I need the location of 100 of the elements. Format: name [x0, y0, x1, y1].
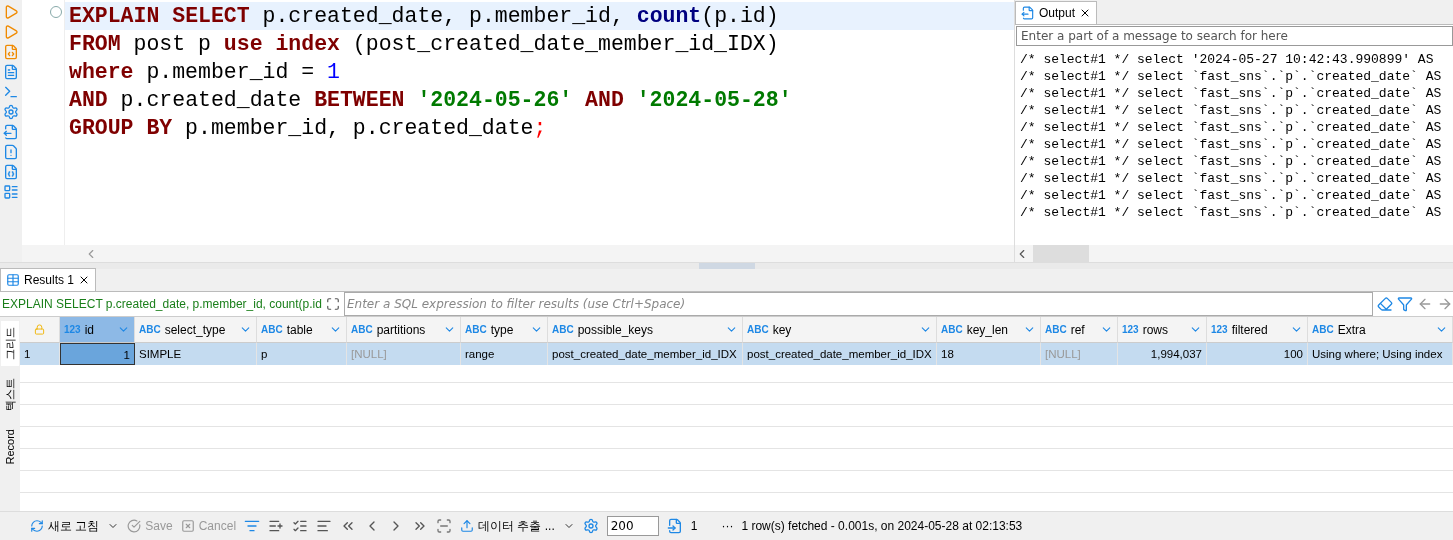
eraser-icon[interactable]: [1377, 296, 1393, 312]
view-tab[interactable]: 텍스트: [1, 372, 19, 417]
column-label: Extra: [1337, 322, 1367, 337]
column-header[interactable]: ABC key: [743, 317, 937, 343]
run-new-icon[interactable]: [3, 24, 19, 40]
type-tag: ABC: [1312, 324, 1334, 335]
log-line: /* select#1 */ select `fast_sns`.`p`.`created_date` AS: [1020, 120, 1443, 137]
type-tag: ABC: [139, 324, 161, 335]
table-cell: [NULL]: [1041, 343, 1118, 365]
type-tag: ABC: [465, 324, 487, 335]
query-text: EXPLAIN SELECT p.created_date, p.member_id, count(p.id: [2, 297, 322, 311]
settings-icon[interactable]: [582, 518, 599, 534]
outline-icon[interactable]: [3, 184, 19, 200]
code-line: GROUP BY p.member_id, p.created_date;: [68, 115, 548, 142]
table-cell: 1: [60, 343, 135, 365]
log-line: /* select#1 */ select `fast_sns`.`p`.`created_date` AS: [1020, 205, 1443, 222]
log-line: /* select#1 */ select `fast_sns`.`p`.`created_date` AS: [1020, 103, 1443, 120]
type-tag: 123: [64, 324, 81, 335]
output-icon[interactable]: [3, 124, 19, 140]
column-header[interactable]: 123 id: [60, 317, 135, 343]
output-tab[interactable]: Output: [1015, 1, 1098, 24]
column-label: table: [286, 322, 314, 337]
table-cell: Using where; Using index: [1308, 343, 1453, 365]
results-tab[interactable]: Results 1: [0, 268, 97, 291]
view-tab[interactable]: Record: [1, 423, 19, 471]
fetch-icon[interactable]: [666, 518, 683, 534]
variables-icon[interactable]: [3, 164, 19, 180]
export-button[interactable]: 데이터 추출 ...: [460, 517, 555, 535]
type-tag: ABC: [351, 324, 373, 335]
column-header[interactable]: ABC table: [257, 317, 347, 343]
table-cell: p: [257, 343, 347, 365]
check-circle-icon: [127, 519, 142, 533]
log-line: /* select#1 */ select `fast_sns`.`p`.`created_date` AS: [1020, 188, 1443, 205]
lock-icon: [34, 324, 45, 335]
status-text: 1 row(s) fetched - 0.001s, on 2024-05-28 at 02:13:53: [741, 519, 1023, 533]
type-tag: ABC: [552, 324, 574, 335]
table-cell: [NULL]: [347, 343, 461, 365]
forward-icon[interactable]: [1437, 296, 1453, 312]
type-tag: ABC: [747, 324, 769, 335]
terminal-icon[interactable]: [3, 84, 19, 100]
refresh-icon: [30, 519, 44, 533]
table-cell: range: [461, 343, 548, 365]
column-label: possible_keys: [577, 322, 655, 337]
scan-icon[interactable]: [436, 518, 453, 534]
code-line: FROM post p use index (post_created_date_member_id_IDX): [68, 31, 780, 58]
log-line: /* select#1 */ select `fast_sns`.`p`.`created_date` AS: [1020, 86, 1443, 103]
table-cell: post_created_date_member_id_IDX: [743, 343, 937, 365]
table-cell: 18: [937, 343, 1041, 365]
row-count: 1: [690, 519, 698, 533]
column-label: type: [490, 322, 515, 337]
expand-icon[interactable]: [325, 297, 340, 311]
back-icon[interactable]: [1417, 296, 1433, 312]
column-label: key: [772, 322, 793, 337]
refresh-button[interactable]: 새로 고침: [30, 517, 100, 535]
run-icon[interactable]: [3, 4, 19, 20]
add-row-icon[interactable]: [268, 518, 285, 534]
view-tab[interactable]: 그리드: [1, 321, 19, 366]
fetch-size-field[interactable]: 200: [606, 516, 659, 536]
more-button[interactable]: ···: [721, 519, 734, 533]
log-line: /* select#1 */ select `fast_sns`.`p`.`created_date` AS: [1020, 171, 1443, 188]
log-line: /* select#1 */ select `fast_sns`.`p`.`created_date` AS: [1020, 154, 1443, 171]
splitter-handle[interactable]: [698, 263, 755, 269]
settings-icon[interactable]: [3, 104, 19, 120]
log-line: /* select#1 */ select '2024-05-27 10:42:43.990899' AS: [1020, 52, 1435, 69]
type-tag: ABC: [1045, 324, 1067, 335]
column-header[interactable]: ABC select_type: [135, 317, 257, 343]
log-line: /* select#1 */ select `fast_sns`.`p`.`created_date` AS: [1020, 137, 1443, 154]
script-icon[interactable]: [3, 44, 19, 60]
column-label: id: [84, 322, 96, 337]
filter-icon[interactable]: [1397, 296, 1413, 312]
column-header[interactable]: 123 rows: [1118, 317, 1207, 343]
column-header[interactable]: ABC key_len: [937, 317, 1041, 343]
column-header[interactable]: ABC Extra: [1308, 317, 1453, 343]
log-line: /* select#1 */ select `fast_sns`.`p`.`created_date` AS: [1020, 69, 1443, 86]
filter-field[interactable]: Enter a SQL expression to filter results (use Ctrl+Space): [343, 292, 1373, 316]
warning-file-icon[interactable]: [3, 144, 19, 160]
table-cell: SIMPLE: [135, 343, 257, 365]
column-header[interactable]: ABC ref: [1041, 317, 1118, 343]
column-label: ref: [1070, 322, 1086, 337]
search-field[interactable]: Enter a part of a message to search for here: [1016, 26, 1453, 46]
table-cell: 100: [1207, 343, 1308, 365]
type-tag: ABC: [941, 324, 963, 335]
type-tag: 123: [1122, 324, 1139, 335]
column-header[interactable]: ABC possible_keys: [548, 317, 743, 343]
scrollbar-thumb[interactable]: [1033, 245, 1089, 262]
table-cell: post_created_date_member_id_IDX: [548, 343, 743, 365]
column-label: rows: [1142, 322, 1170, 337]
column-header[interactable]: ABC type: [461, 317, 548, 343]
output-file-icon: [1021, 6, 1035, 20]
column-label: partitions: [376, 322, 427, 337]
grid-icon: [6, 273, 20, 287]
code-line: where p.member_id = 1: [68, 59, 341, 86]
code-line: AND p.created_date BETWEEN '2024-05-26' AND '2024-05-28': [68, 87, 793, 114]
column-label: key_len: [966, 322, 1010, 337]
column-label: select_type: [164, 322, 227, 337]
column-header[interactable]: ABC partitions: [347, 317, 461, 343]
column-header[interactable]: 123 filtered: [1207, 317, 1308, 343]
row-number: 1: [20, 343, 60, 365]
column-label: filtered: [1231, 322, 1269, 337]
document-icon[interactable]: [3, 64, 19, 80]
